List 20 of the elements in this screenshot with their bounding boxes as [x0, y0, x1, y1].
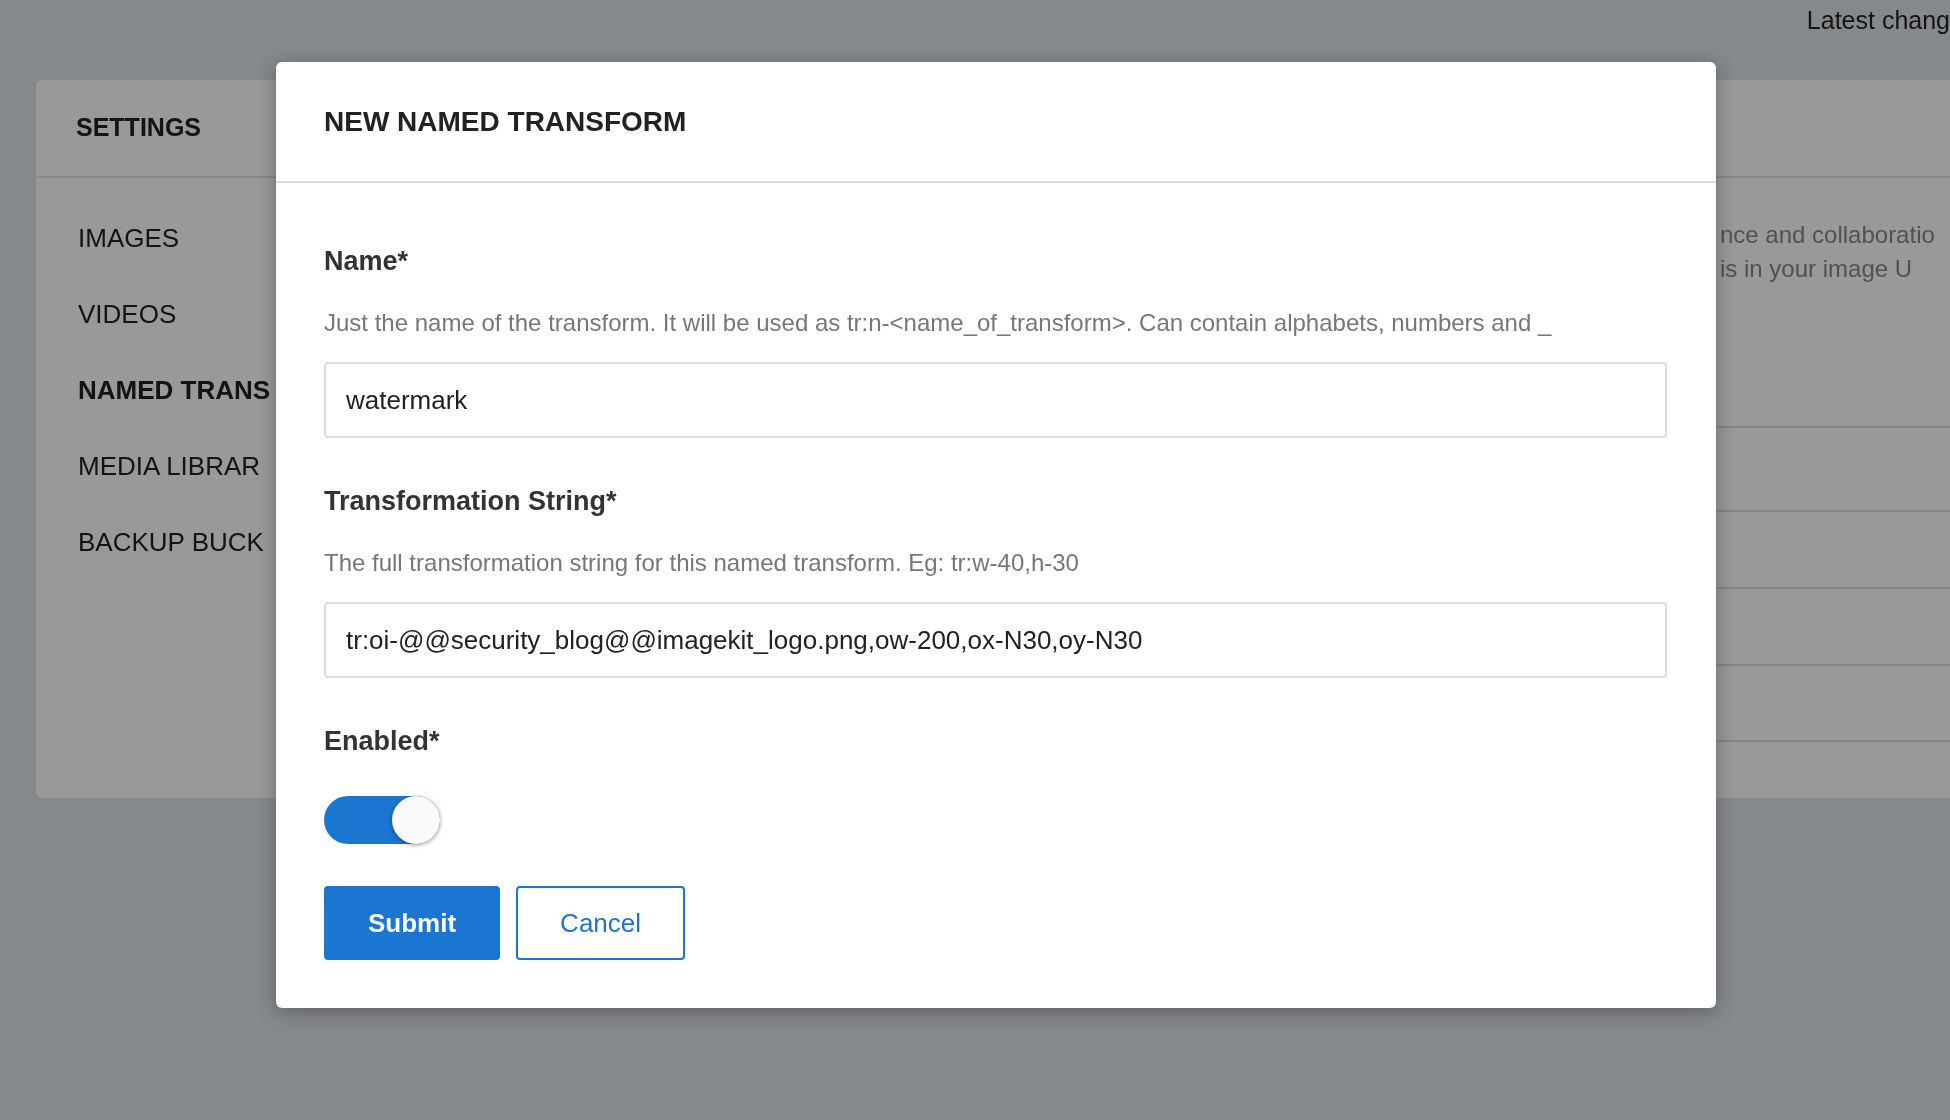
help-text: Just the name of the transform. It will be used as tr:n-<name_of_transform>. Can contain alphabets, numbers and _ [324, 308, 1553, 338]
modal-title: NEW NAMED TRANSFORM [324, 104, 687, 139]
input-field[interactable]: watermark [324, 362, 1667, 438]
sidebar-item[interactable]: IMAGES [78, 200, 276, 276]
sidebar-item[interactable]: VIDEOS [78, 276, 276, 352]
toggle-switch[interactable] [324, 796, 440, 844]
settings-title: SETTINGS [76, 112, 201, 144]
field-label: Name* [324, 245, 409, 277]
description-text: is in your image U [1719, 254, 1914, 284]
cancel-button[interactable]: Cancel [516, 886, 686, 960]
sidebar-item[interactable]: BACKUP BUCK [78, 504, 276, 580]
input-field[interactable]: tr:oi-@@security_blog@@imagekit_logo.png,ow-200,ox-N30,oy-N30 [324, 602, 1667, 678]
field-label: Enabled* [324, 725, 440, 757]
sidebar-item[interactable]: MEDIA LIBRAR [78, 428, 276, 504]
field-label: Transformation String* [324, 485, 617, 517]
sidebar-item[interactable]: NAMED TRANS [78, 352, 276, 428]
help-text: The full transformation string for this named transform. Eg: tr:w-40,h-30 [324, 548, 1080, 578]
description-text: nce and collaboratio [1719, 220, 1936, 250]
submit-button[interactable]: Submit [324, 886, 501, 960]
header-text: Latest chang [1806, 6, 1950, 34]
